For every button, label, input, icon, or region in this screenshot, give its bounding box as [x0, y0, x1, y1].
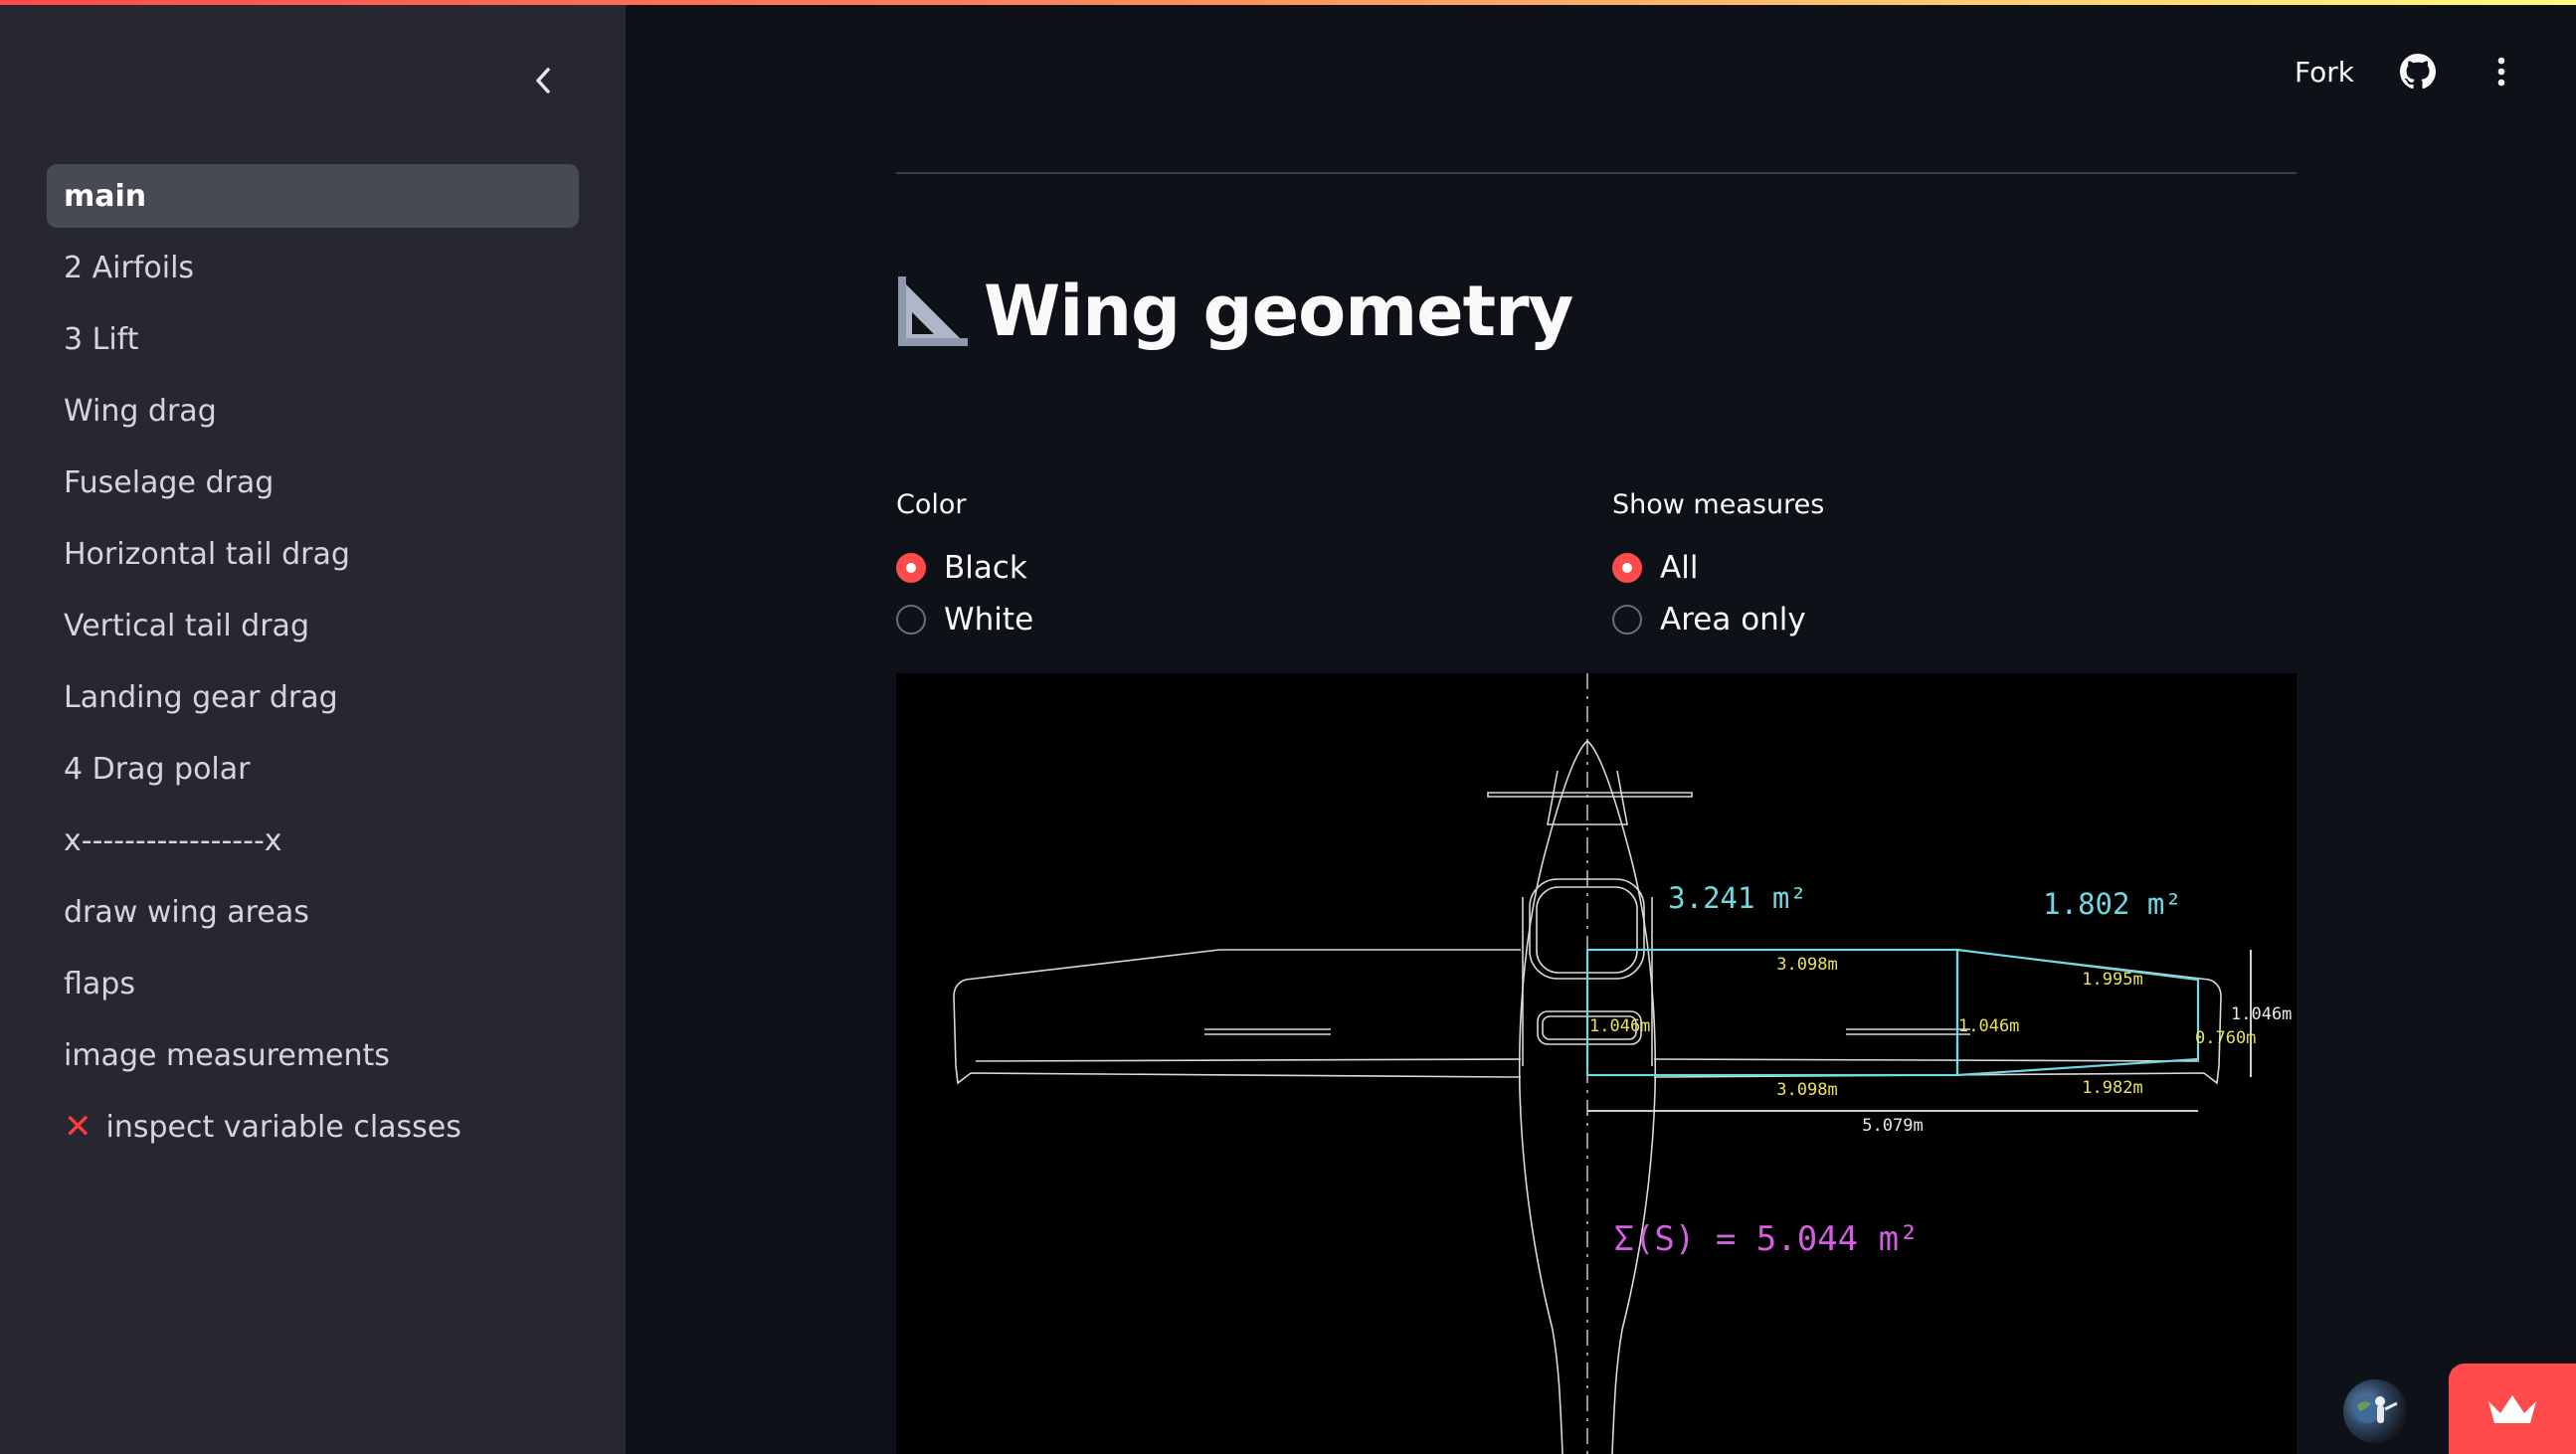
measures-option-all[interactable]: All	[1612, 542, 1824, 594]
sidebar-item-flaps[interactable]: flaps	[47, 952, 579, 1015]
color-radio-label: Color	[896, 489, 967, 520]
measure-root-bottom: 3.098m	[1776, 1080, 1837, 1100]
page-title: Wing geometry	[984, 271, 1573, 352]
measure-tip-chord: 0.760m	[2195, 1028, 2256, 1048]
fork-button[interactable]: Fork	[2295, 56, 2354, 89]
area-box-outer	[1955, 948, 2200, 1077]
color-radio-group: Color Black White	[896, 489, 1033, 645]
sidebar-item-vertical-tail-drag[interactable]: Vertical tail drag	[47, 594, 579, 657]
radio-unchecked-icon	[1612, 605, 1642, 635]
sidebar-item-drag-polar[interactable]: 4 Drag polar	[47, 737, 579, 801]
measure-span: 5.079m	[1862, 1116, 1923, 1136]
avatar[interactable]	[2343, 1379, 2407, 1443]
wing-geometry-drawing: 3.241 m² 1.802 m² 3.098m 3.098m 1.995m 1…	[896, 673, 2297, 1454]
wing-area-boxes	[1585, 948, 2200, 1077]
red-x-icon: ✕	[64, 1107, 92, 1147]
header-actions: Fork	[2295, 52, 2521, 91]
measure-root-top: 3.098m	[1776, 955, 1837, 975]
sidebar-item-label: main	[64, 178, 147, 214]
measures-radio-label: Show measures	[1612, 489, 1825, 520]
sidebar-item-landing-gear-drag[interactable]: Landing gear drag	[47, 665, 579, 729]
sidebar-item-label: draw wing areas	[64, 894, 309, 930]
sidebar-item-label: Vertical tail drag	[64, 608, 309, 643]
sidebar-item-label: image measurements	[64, 1037, 390, 1073]
radio-checked-icon	[1612, 553, 1642, 583]
measures-option-area-only[interactable]: Area only	[1612, 594, 1824, 645]
sidebar-item-separator[interactable]: x-----------------x	[47, 809, 579, 872]
measure-outer-top: 1.995m	[2082, 970, 2142, 990]
measure-mid-chord: 1.046m	[1958, 1016, 2019, 1036]
more-vertical-icon[interactable]	[2482, 52, 2521, 91]
crown-icon	[2488, 1394, 2536, 1423]
sidebar-item-label: 4 Drag polar	[64, 751, 251, 787]
avatar-image	[2353, 1395, 2398, 1423]
aircraft-planform-svg: 3.241 m² 1.802 m² 3.098m 3.098m 1.995m 1…	[953, 673, 2292, 1454]
radio-option-label: Area only	[1660, 602, 1806, 637]
radio-option-label: All	[1660, 550, 1699, 586]
sidebar-item-label: inspect variable classes	[105, 1109, 461, 1145]
page-header: Wing geometry	[896, 271, 1573, 352]
sidebar: main 2 Airfoils 3 Lift Wing drag Fuselag…	[0, 0, 626, 1454]
sidebar-item-label: Horizontal tail drag	[64, 536, 350, 572]
top-decoration-bar	[0, 0, 2576, 5]
sidebar-item-main[interactable]: main	[47, 164, 579, 228]
sidebar-item-label: Fuselage drag	[64, 464, 275, 500]
sidebar-item-label: x-----------------x	[64, 822, 282, 858]
sidebar-item-label: Wing drag	[64, 393, 217, 429]
radio-unchecked-icon	[896, 605, 926, 635]
sidebar-nav: main 2 Airfoils 3 Lift Wing drag Fuselag…	[47, 164, 579, 1167]
chevron-left-icon	[536, 68, 550, 93]
sidebar-item-image-measurements[interactable]: image measurements	[47, 1023, 579, 1087]
total-area-label: Σ(S) = 5.044 m²	[1613, 1219, 1919, 1259]
color-option-black[interactable]: Black	[896, 542, 1033, 594]
sidebar-item-wing-drag[interactable]: Wing drag	[47, 379, 579, 443]
sidebar-item-inspect-variable-classes[interactable]: ✕ inspect variable classes	[47, 1095, 579, 1159]
area-label-outer: 1.802 m²	[2043, 887, 2182, 921]
measure-outer-bottom: 1.982m	[2082, 1078, 2142, 1098]
streamlit-deploy-badge[interactable]	[2449, 1363, 2576, 1454]
sidebar-item-fuselage-drag[interactable]: Fuselage drag	[47, 451, 579, 514]
color-option-white[interactable]: White	[896, 594, 1033, 645]
radio-checked-icon	[896, 553, 926, 583]
measures-radio-group: Show measures All Area only	[1612, 489, 1824, 645]
area-box-inner	[1585, 948, 1959, 1077]
github-icon[interactable]	[2398, 52, 2438, 91]
area-label-inner: 3.241 m²	[1668, 881, 1807, 915]
sidebar-item-label: flaps	[64, 966, 135, 1001]
triangular-ruler-icon	[898, 276, 968, 346]
divider	[896, 172, 2297, 174]
sidebar-item-label: 3 Lift	[64, 321, 139, 357]
sidebar-item-label: 2 Airfoils	[64, 250, 195, 285]
measure-tip-dim: 1.046m	[2231, 1004, 2292, 1024]
measure-root-chord: 1.046m	[1589, 1016, 1650, 1036]
sidebar-item-horizontal-tail-drag[interactable]: Horizontal tail drag	[47, 522, 579, 586]
sidebar-item-label: Landing gear drag	[64, 679, 338, 715]
sidebar-item-airfoils[interactable]: 2 Airfoils	[47, 236, 579, 299]
sidebar-item-lift[interactable]: 3 Lift	[47, 307, 579, 371]
sidebar-item-draw-wing-areas[interactable]: draw wing areas	[47, 880, 579, 944]
collapse-sidebar-button[interactable]	[524, 62, 562, 99]
radio-option-label: Black	[944, 550, 1027, 586]
radio-option-label: White	[944, 602, 1034, 637]
